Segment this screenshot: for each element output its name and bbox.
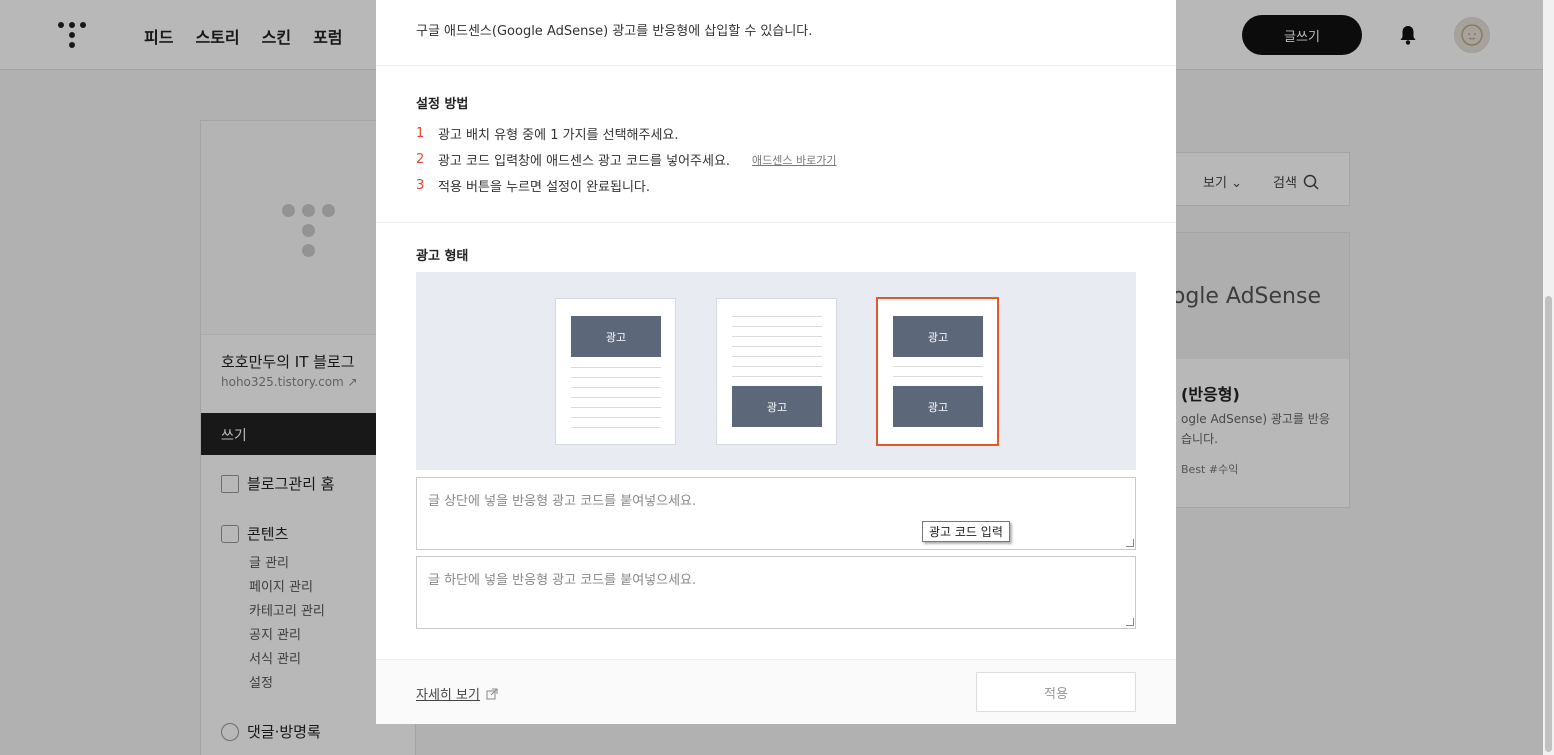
ad-block: 광고 (893, 386, 983, 427)
ad-block: 광고 (571, 316, 661, 357)
apply-button[interactable]: 적용 (976, 672, 1136, 712)
setup-step-2: 2 광고 코드 입력창에 애드센스 광고 코드를 넣어주세요. 애드센스 바로가기 (416, 152, 837, 169)
ad-option-top[interactable]: 광고 (555, 298, 676, 445)
modal-intro: 구글 애드센스(Google AdSense) 광고를 반응형에 삽입할 수 있… (416, 24, 813, 39)
tooltip: 광고 코드 입력 (922, 521, 1010, 542)
divider (376, 65, 1176, 66)
modal-footer: 자세히 보기 적용 (376, 659, 1176, 724)
more-info-link[interactable]: 자세히 보기 (416, 684, 498, 703)
ad-block: 광고 (893, 316, 983, 357)
ad-option-bottom[interactable]: 광고 (716, 298, 837, 445)
setup-step-1: 1 광고 배치 유형 중에 1 가지를 선택해주세요. (416, 126, 679, 143)
resize-handle-icon[interactable] (1126, 539, 1134, 547)
adsense-plugin-modal: 구글 애드센스(Google AdSense) 광고를 반응형에 삽입할 수 있… (376, 0, 1176, 724)
external-link-icon (486, 688, 498, 699)
setup-step-3: 3 적용 버튼을 누르면 설정이 완료됩니다. (416, 178, 651, 195)
ad-type-heading: 광고 형태 (416, 249, 469, 264)
page-scrollbar[interactable] (1543, 0, 1554, 755)
ad-type-selector: 광고 광고 광고 광고 (416, 272, 1136, 470)
bottom-ad-code-input[interactable] (416, 556, 1136, 629)
ad-block: 광고 (732, 386, 822, 427)
setup-heading: 설정 방법 (416, 97, 469, 112)
divider (376, 222, 1176, 223)
top-ad-code-input[interactable] (416, 477, 1136, 550)
scrollbar-thumb[interactable] (1545, 296, 1552, 752)
resize-handle-icon[interactable] (1126, 618, 1134, 626)
ad-option-top-bottom[interactable]: 광고 광고 (876, 297, 999, 446)
adsense-shortcut-link[interactable]: 애드센스 바로가기 (752, 152, 836, 168)
